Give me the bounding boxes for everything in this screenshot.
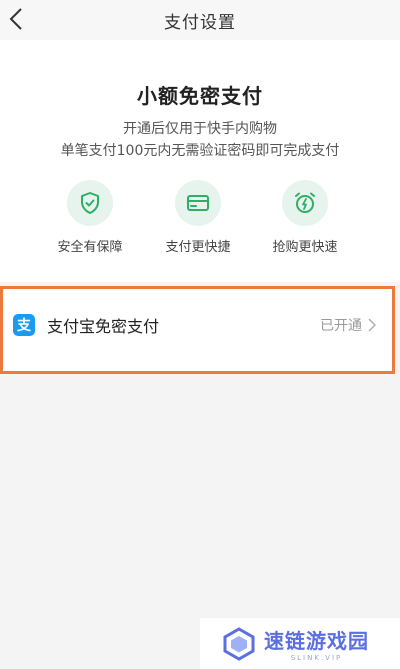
feature-label: 抢购更快速 (272, 240, 338, 255)
page-title: 支付设置 (164, 12, 236, 33)
feature-label: 支付更快捷 (165, 240, 231, 255)
chevron-right-icon (368, 318, 376, 332)
watermark-subtext: SLINK.VIP (290, 654, 343, 662)
intro-title: 小额免密支付 (137, 84, 263, 108)
chevron-left-icon (9, 8, 22, 30)
highlight-frame: 支 支付宝免密支付 已开通 (0, 286, 395, 374)
shield-check-icon (81, 192, 99, 214)
feature-label: 安全有保障 (57, 240, 123, 255)
alipay-label: 支付宝免密支付 (47, 317, 160, 336)
feature-fast-purchase: 抢购更快速 (245, 180, 365, 255)
back-button[interactable] (6, 4, 26, 34)
feature-icon-circle (67, 180, 113, 226)
watermark-logo-icon (223, 626, 255, 661)
alarm-clock-icon (295, 192, 315, 213)
feature-icon-circle (175, 180, 221, 226)
card-icon (187, 195, 209, 211)
feature-fast-payment: 支付更快捷 (138, 180, 258, 255)
watermark: 速链游戏园 SLINK.VIP (200, 618, 400, 669)
intro-description-line1: 开通后仅用于快手内购物 (123, 121, 277, 137)
intro-description-line2: 单笔支付100元内无需验证密码即可完成支付 (60, 143, 340, 159)
feature-security: 安全有保障 (30, 180, 150, 255)
status-badge: 已开通 (320, 318, 362, 334)
alipay-password-free-row[interactable]: 支 支付宝免密支付 已开通 (3, 299, 392, 351)
intro-section: 小额免密支付 开通后仅用于快手内购物 单笔支付100元内无需验证密码即可完成支付… (0, 40, 400, 282)
top-navbar: 支付设置 (0, 0, 400, 40)
watermark-name: 速链游戏园 (264, 629, 369, 653)
feature-icon-circle (282, 180, 328, 226)
alipay-logo-icon: 支 (13, 314, 35, 336)
